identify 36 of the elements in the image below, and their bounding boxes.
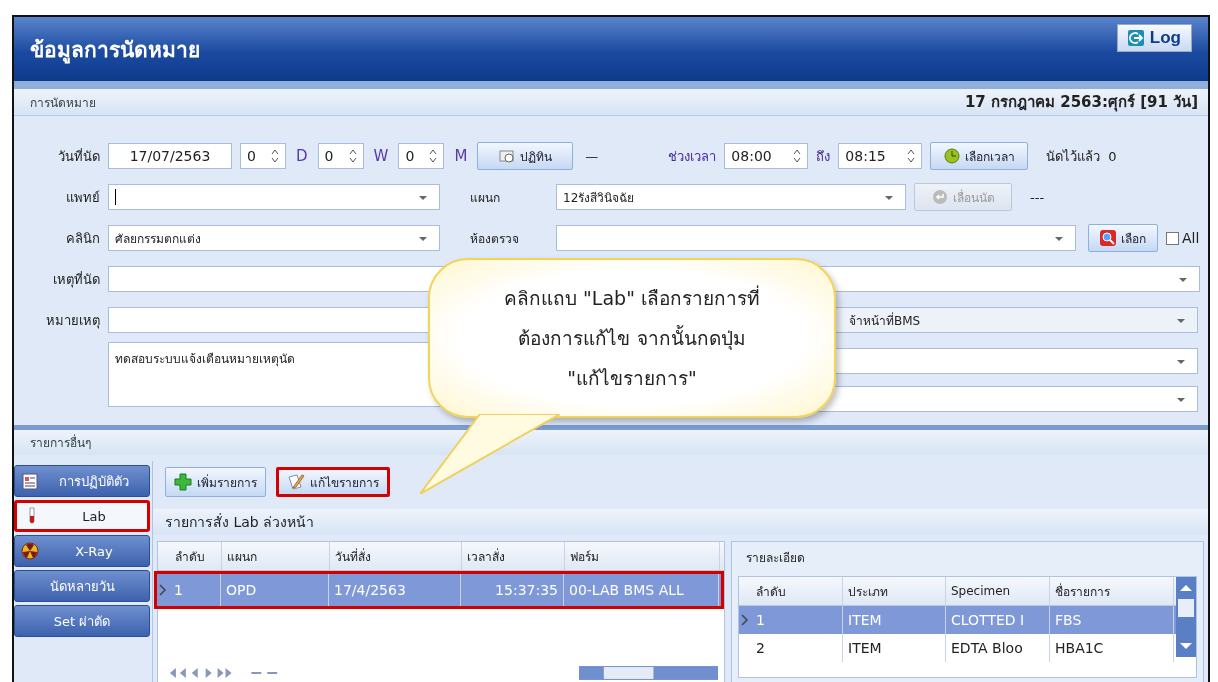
table-cell: OPD: [221, 574, 329, 606]
table-cell: FBS: [1050, 606, 1174, 634]
field-label: ช่วงเวลา: [668, 147, 717, 166]
booked-count: 0: [1108, 148, 1117, 164]
table-cell: HBA1C: [1050, 634, 1174, 662]
table-cell: EDTA Bloo: [946, 634, 1050, 662]
unit-label: W: [373, 147, 389, 165]
date-summary: 17 กรกฎาคม 2563:ศุกร์ [91 วัน]: [964, 92, 1198, 114]
section-title: การนัดหมาย: [30, 94, 96, 112]
table-cell: CLOTTED I: [946, 606, 1050, 634]
panel-title: รายการสั่ง Lab ล่วงหน้า: [165, 512, 315, 532]
field-label: ห้องตรวจ: [470, 230, 520, 248]
field-label: วันที่นัด: [57, 147, 100, 166]
dash-text: —: [585, 148, 599, 164]
table-cell: 15:37:35: [461, 574, 564, 606]
section-title: รายการอื่นๆ: [30, 433, 91, 452]
booked-label: นัดไว้แล้ว: [1046, 147, 1101, 166]
table-cell: 00-LAB BMS ALL: [564, 574, 719, 606]
table-cell: 1: [751, 606, 843, 634]
field-label: หมายเหตุ: [45, 311, 100, 331]
checkbox-label: All: [1182, 230, 1200, 246]
postpone-note: ---: [1030, 189, 1045, 205]
field-label: เหตุที่นัด: [52, 270, 100, 290]
field-label: ถึง: [816, 147, 831, 166]
table-cell: 17/4/2563: [329, 574, 461, 606]
unit-label: D: [296, 147, 308, 165]
field-label: แพทย์: [65, 188, 100, 207]
window-title: ข้อมูลการนัดหมาย: [30, 36, 200, 66]
table-cell: ITEM: [843, 606, 946, 634]
panel-title: รายละเอียด: [746, 549, 805, 567]
unit-label: M: [454, 147, 468, 165]
field-label: คลินิก: [65, 229, 100, 248]
table-cell: 2: [751, 634, 843, 662]
table-cell: 1: [169, 574, 221, 606]
field-label: แผนก: [470, 189, 501, 207]
table-cell: ITEM: [843, 634, 946, 662]
